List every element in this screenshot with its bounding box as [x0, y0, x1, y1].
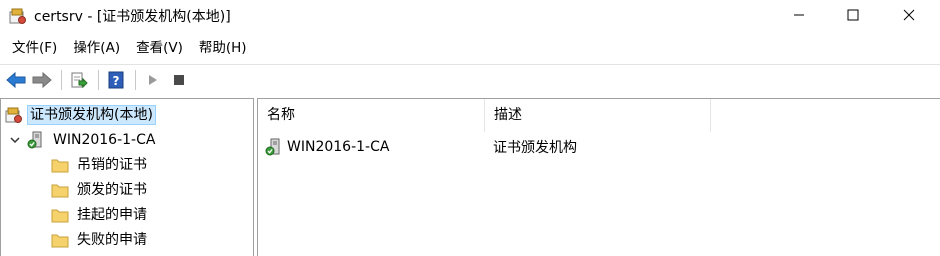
tree-item-revoked[interactable]: 吊销的证书: [51, 153, 151, 177]
tree-item-label: 失败的申请: [77, 232, 147, 248]
list-item-name-text: WIN2016-1-CA: [287, 139, 390, 155]
close-button[interactable]: [886, 0, 932, 30]
window-title: certsrv - [证书颁发机构(本地)]: [34, 9, 231, 25]
stop-service-icon[interactable]: [167, 68, 191, 92]
forward-arrow-icon[interactable]: [30, 68, 54, 92]
tree-item-label: 颁发的证书: [77, 182, 147, 198]
list-header: 名称 描述: [258, 99, 940, 132]
ca-server-icon: [265, 138, 283, 156]
console-tree-pane[interactable]: 证书颁发机构(本地) WIN2016-1-CA 吊销的证书 颁发的证书 挂起的申…: [0, 98, 254, 256]
results-pane[interactable]: 名称 描述 WIN2016-1-CA 证书颁发机构: [257, 98, 940, 256]
menu-action[interactable]: 操作(A): [65, 35, 128, 61]
help-icon[interactable]: ?: [104, 68, 128, 92]
title-bar: certsrv - [证书颁发机构(本地)]: [0, 0, 940, 32]
certification-authority-icon: [5, 106, 23, 124]
column-header-description[interactable]: 描述: [485, 99, 711, 132]
toolbar-separator: [98, 69, 99, 90]
tree-item-pending[interactable]: 挂起的申请: [51, 203, 151, 227]
back-arrow-icon[interactable]: [4, 68, 28, 92]
tree-item-root[interactable]: 证书颁发机构(本地): [5, 103, 156, 127]
maximize-button[interactable]: [830, 0, 876, 30]
menu-help[interactable]: 帮助(H): [191, 35, 255, 61]
tree-item-ca-label: WIN2016-1-CA: [53, 132, 156, 148]
folder-icon: [51, 206, 69, 224]
chevron-down-icon[interactable]: [9, 134, 21, 146]
tree-item-failed[interactable]: 失败的申请: [51, 228, 151, 252]
minimize-button[interactable]: [776, 0, 822, 30]
folder-icon: [51, 181, 69, 199]
menu-bar: 文件(F) 操作(A) 查看(V) 帮助(H): [0, 34, 940, 62]
toolbar-separator: [61, 69, 62, 90]
folder-icon: [51, 156, 69, 174]
tree-item-label: 挂起的申请: [77, 207, 147, 223]
list-item[interactable]: WIN2016-1-CA 证书颁发机构: [258, 135, 711, 159]
export-list-icon[interactable]: [67, 68, 91, 92]
toolbar-separator: [135, 69, 136, 90]
list-item-name: WIN2016-1-CA: [258, 138, 485, 156]
tree-item-issued[interactable]: 颁发的证书: [51, 178, 151, 202]
list-item-description: 证书颁发机构: [493, 140, 577, 156]
column-header-name[interactable]: 名称: [258, 99, 485, 132]
tree-item-label: 吊销的证书: [77, 157, 147, 173]
tree-item-ca[interactable]: WIN2016-1-CA: [9, 128, 159, 152]
folder-icon: [51, 231, 69, 249]
menu-view[interactable]: 查看(V): [128, 35, 191, 61]
ca-server-icon: [27, 131, 45, 149]
menu-file[interactable]: 文件(F): [4, 35, 65, 61]
toolbar: ?: [0, 64, 940, 94]
tree-item-root-label: 证书颁发机构(本地): [27, 105, 156, 125]
certsrv-app-icon[interactable]: [9, 7, 27, 25]
start-service-icon[interactable]: [141, 68, 165, 92]
svg-text:?: ?: [113, 74, 120, 88]
